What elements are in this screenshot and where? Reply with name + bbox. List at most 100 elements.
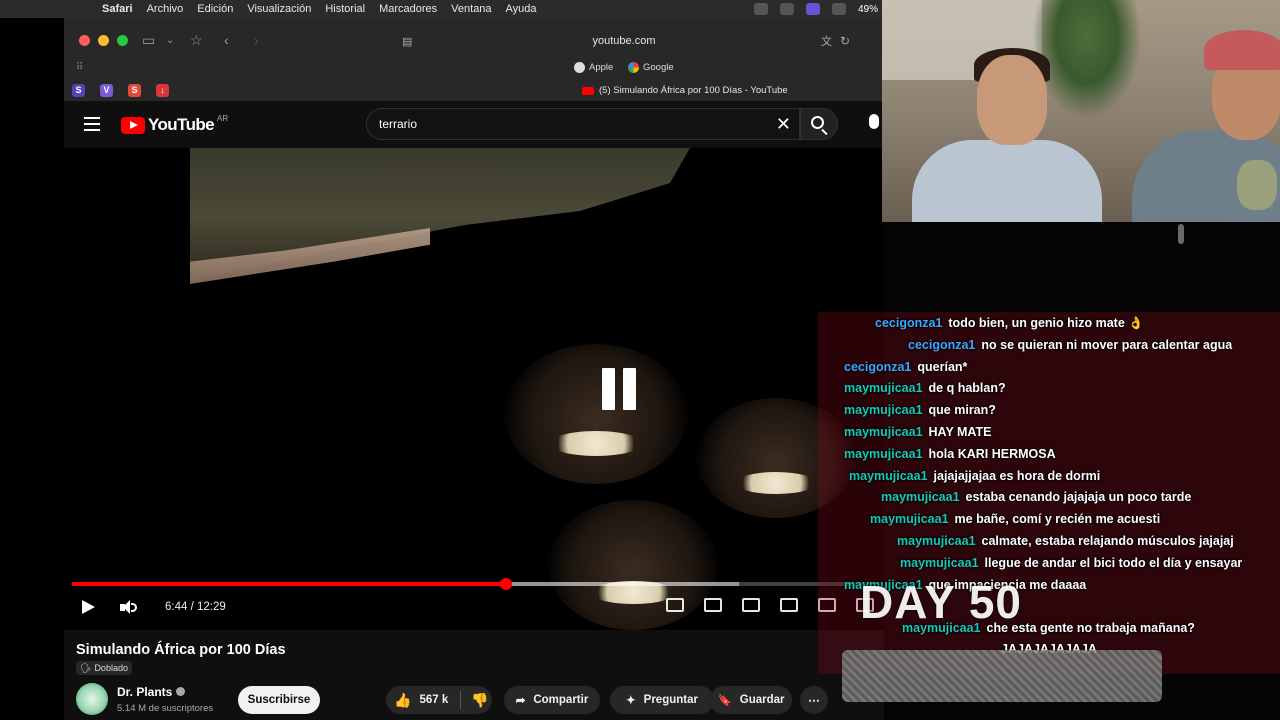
favorite-label: Google <box>643 62 674 73</box>
youtube-page: YouTube AR terrario ✕ 6:44 / 12:29 Simul… <box>64 102 884 720</box>
sparkle-icon: ✦ <box>626 695 636 707</box>
pause-indicator-icon <box>602 368 636 410</box>
day-counter-overlay: DAY 50 <box>860 576 1023 628</box>
extension-icon[interactable]: V <box>100 84 113 97</box>
play-button[interactable] <box>82 600 95 614</box>
clear-search-icon[interactable]: ✕ <box>776 114 791 135</box>
address-bar[interactable]: ▤ youtube.com 文 ↻ <box>394 31 854 51</box>
tab-row: S V S ↓ (5) Simulando África por 100 Día… <box>64 82 884 100</box>
menu-ayuda[interactable]: Ayuda <box>506 3 537 15</box>
menu-archivo[interactable]: Archivo <box>147 3 184 15</box>
close-window-button[interactable] <box>79 35 90 46</box>
country-code: AR <box>217 113 229 123</box>
menu-edicion[interactable]: Edición <box>197 3 233 15</box>
youtube-logo[interactable]: YouTube AR <box>121 113 229 135</box>
play-status-icon[interactable] <box>831 3 846 15</box>
status-icon[interactable] <box>779 3 794 15</box>
share-label: Compartir <box>533 694 589 706</box>
chat-message: maymujicaa1 hola KARI HERMOSA <box>844 447 1056 461</box>
thumbs-up-icon: 👍 <box>394 691 412 708</box>
share-button[interactable]: ➦ Compartir <box>504 686 600 714</box>
chat-message: maymujicaa1 calmate, estaba relajando mús… <box>897 534 1234 548</box>
miniplayer-icon[interactable] <box>780 598 798 612</box>
video-progress-bar[interactable] <box>72 578 876 590</box>
chat-message: maymujicaa1 jajajajjajaa es hora de dormi <box>849 469 1101 483</box>
more-actions-button[interactable]: ⋯ <box>800 686 828 714</box>
menu-visualizacion[interactable]: Visualización <box>247 3 311 15</box>
active-tab[interactable]: (5) Simulando África por 100 Días - YouT… <box>582 85 788 96</box>
dubbed-label: Doblado <box>94 663 128 673</box>
webcam-overlay <box>882 0 1280 222</box>
screen-mirror-icon[interactable] <box>805 3 820 15</box>
like-button[interactable]: 👍 567 k <box>386 691 462 709</box>
subtitles-icon[interactable] <box>704 598 722 612</box>
autoplay-toggle-icon[interactable] <box>666 598 684 612</box>
extension-icon[interactable]: S <box>72 84 85 97</box>
dubbed-badge: 🗣 Doblado <box>76 661 132 675</box>
blurred-panel <box>842 650 1162 702</box>
chat-message: maymujicaa1 que miran? <box>844 403 996 417</box>
bookmark-star-icon[interactable]: ☆ <box>190 32 203 49</box>
thumbs-down-icon[interactable]: 👎 <box>461 692 488 709</box>
share-arrow-icon: ➦ <box>515 695 526 707</box>
zoom-window-button[interactable] <box>117 35 128 46</box>
save-label: Guardar <box>739 694 785 706</box>
played-bar <box>72 582 507 586</box>
video-player[interactable]: 6:44 / 12:29 <box>64 148 884 630</box>
ask-button[interactable]: ✦ Preguntar <box>610 686 714 714</box>
menu-marcadores[interactable]: Marcadores <box>379 3 437 15</box>
grid-icon[interactable]: ⠿ <box>76 62 83 73</box>
chat-message: cecigonza1 no se quieran ni mover para ca… <box>908 338 1233 352</box>
more-dots-icon: ⋯ <box>808 695 820 707</box>
favorite-label: Apple <box>589 62 614 73</box>
save-button[interactable]: 🔖 Guardar <box>710 686 792 714</box>
microphone-icon[interactable] <box>864 112 884 138</box>
video-title: Simulando África por 100 Días <box>76 642 286 658</box>
favorite-apple[interactable]: Apple <box>574 62 613 73</box>
extension-icon[interactable]: S <box>128 84 141 97</box>
channel-avatar[interactable] <box>76 683 108 715</box>
ask-label: Preguntar <box>643 694 698 706</box>
verified-badge-icon <box>176 687 185 696</box>
menu-historial[interactable]: Historial <box>325 3 365 15</box>
translate-icon[interactable]: 文 <box>821 33 832 49</box>
volume-icon[interactable] <box>120 600 138 615</box>
status-icon[interactable] <box>753 3 768 15</box>
chat-message: maymujicaa1 HAY MATE <box>844 425 992 439</box>
download-extension-icon[interactable]: ↓ <box>156 84 169 97</box>
streamer-left-face <box>977 55 1047 145</box>
bookmark-icon: 🔖 <box>717 695 732 707</box>
back-arrow-icon[interactable]: ‹ <box>224 32 229 48</box>
streamer-left-body <box>912 140 1102 222</box>
scrollbar[interactable] <box>1178 224 1184 244</box>
scrubber-handle[interactable] <box>500 578 513 590</box>
page-menu-icon[interactable]: ▤ <box>402 35 412 48</box>
favorite-google[interactable]: Google <box>628 62 674 73</box>
channel-name[interactable]: Dr. Plants <box>117 685 172 699</box>
search-icon <box>811 116 824 129</box>
sidebar-toggle-icon[interactable]: ▭ <box>142 32 155 49</box>
forward-arrow-icon[interactable]: › <box>254 32 259 48</box>
tab-title: (5) Simulando África por 100 Días - YouT… <box>599 85 788 96</box>
chevron-down-icon[interactable]: ⌄ <box>166 35 174 46</box>
mate-cup <box>1237 160 1277 210</box>
menu-icon[interactable] <box>84 117 100 131</box>
like-dislike-group: 👍 567 k 👎 <box>386 686 492 714</box>
menu-ventana[interactable]: Ventana <box>451 3 491 15</box>
chat-message: cecigonza1 querían* <box>844 360 968 374</box>
time-display: 6:44 / 12:29 <box>165 601 226 613</box>
google-favicon-icon <box>628 62 639 73</box>
reload-icon[interactable]: ↻ <box>840 34 850 48</box>
menu-safari[interactable]: Safari <box>102 3 133 15</box>
mac-menu-bar: Safari Archivo Edición Visualización His… <box>0 0 884 18</box>
streamer-right-cap <box>1204 30 1280 70</box>
minimize-window-button[interactable] <box>98 35 109 46</box>
safari-toolbar: ▭ ⌄ ☆ ‹ › ▤ youtube.com 文 ↻ ⠿ Apple Goog… <box>64 18 884 102</box>
battery-percentage: 49% <box>857 3 878 15</box>
settings-icon[interactable] <box>742 598 760 612</box>
search-button[interactable] <box>800 108 838 140</box>
subscribe-button[interactable]: Suscribirse <box>238 686 320 714</box>
apple-menu-icon[interactable] <box>78 2 92 16</box>
youtube-play-logo-icon <box>121 116 145 134</box>
search-input[interactable]: terrario ✕ <box>366 108 800 140</box>
